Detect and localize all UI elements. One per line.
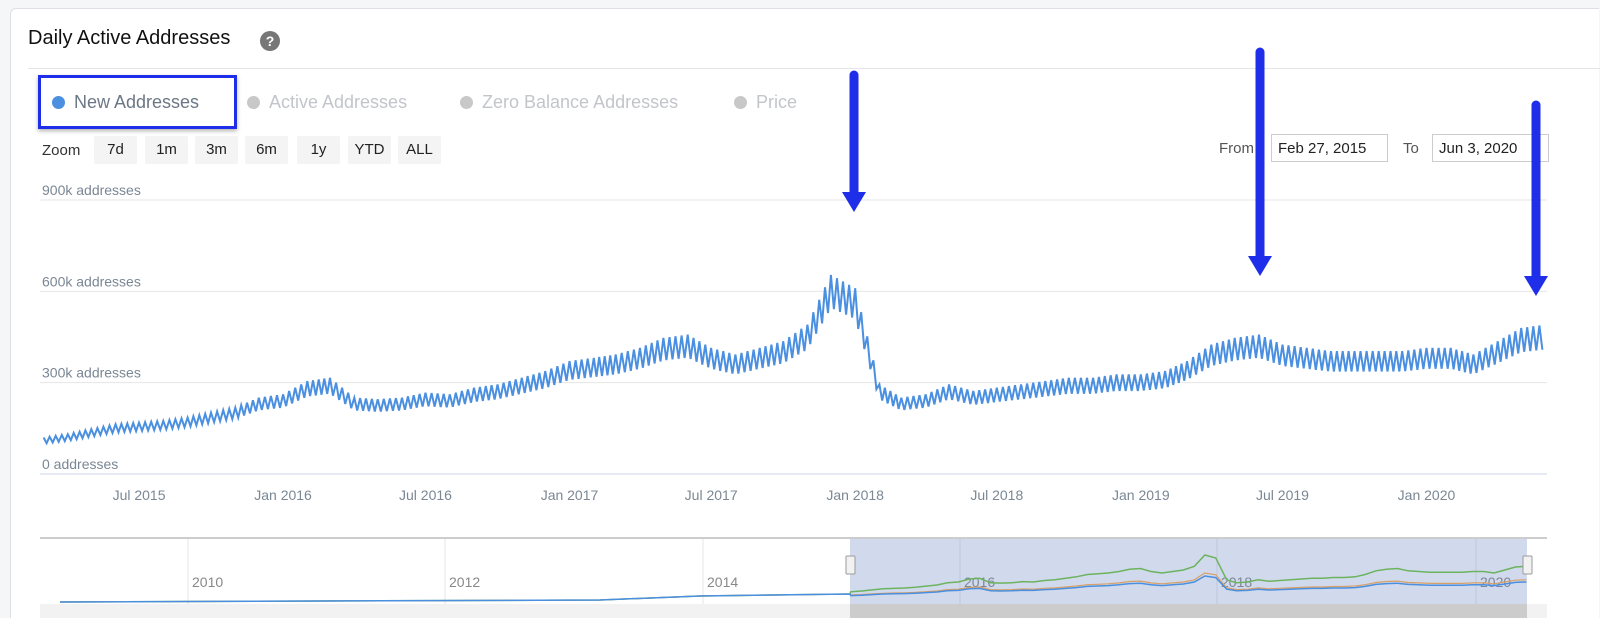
x-tick-label: Jul 2019 <box>1256 487 1309 503</box>
navigator-handle[interactable] <box>845 555 856 575</box>
navigator-scrollbar-thumb[interactable] <box>850 604 1527 618</box>
navigator-label: 2014 <box>707 574 738 590</box>
y-tick-label: 300k addresses <box>42 365 141 381</box>
x-tick-label: Jan 2016 <box>254 487 312 503</box>
x-tick-label: Jan 2017 <box>541 487 599 503</box>
x-tick-label: Jan 2019 <box>1112 487 1170 503</box>
navigator-handle[interactable] <box>1522 555 1533 575</box>
y-tick-label: 0 addresses <box>42 456 118 472</box>
navigator-label: 2012 <box>449 574 480 590</box>
annotation-arrow-head-icon <box>1524 276 1548 296</box>
x-tick-label: Jul 2018 <box>970 487 1023 503</box>
y-tick-label: 900k addresses <box>42 182 141 198</box>
annotation-arrow-head-icon <box>1248 256 1272 276</box>
chart-svg: 0 addresses 300k addresses 600k addresses 9… <box>40 47 1548 618</box>
navigator-label: 2010 <box>192 574 223 590</box>
series-line-new-addresses <box>42 274 1544 446</box>
x-tick-label: Jan 2020 <box>1398 487 1456 503</box>
x-tick-label: Jul 2016 <box>399 487 452 503</box>
x-tick-label: Jan 2018 <box>826 487 884 503</box>
y-tick-label: 600k addresses <box>42 273 141 289</box>
x-tick-label: Jul 2017 <box>685 487 738 503</box>
annotation-arrow-head-icon <box>842 192 866 212</box>
x-tick-label: Jul 2015 <box>113 487 166 503</box>
